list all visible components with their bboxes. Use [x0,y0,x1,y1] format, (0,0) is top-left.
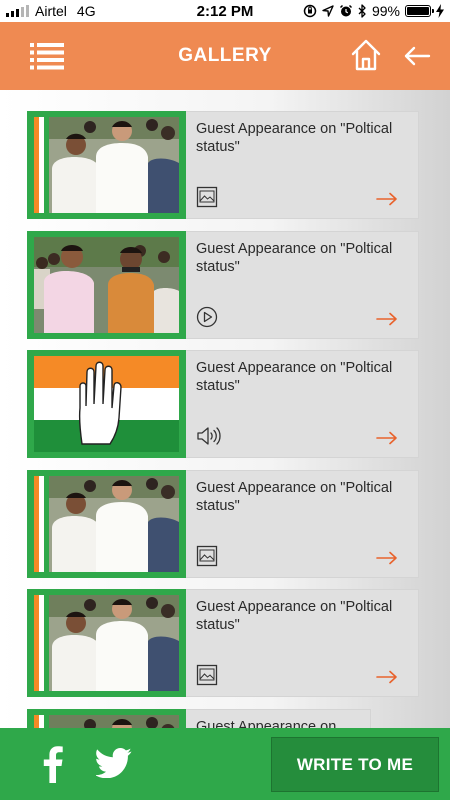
thumbnail-frame [34,236,179,333]
gallery-card-body: Guest Appearance on "Poltical status" [186,232,418,338]
arrow-right-icon[interactable] [376,192,398,206]
battery-icon [405,5,434,17]
gallery-card-body: Guest Appearance on "Poltical status" [186,112,418,218]
footer-bar: WRITE TO ME [0,728,450,800]
image-icon [196,664,218,686]
gallery-card-title: Guest Appearance on "Poltical status" [196,240,393,275]
arrow-right-icon[interactable] [376,312,398,326]
gallery-card[interactable]: Guest Appearance on "Poltical status" [27,230,419,339]
gallery-card-title: Guest Appearance on "Poltical status" [196,121,393,155]
bluetooth-icon [358,4,366,18]
gallery-card-title: Guest Appearance on "Poltical status" [196,479,393,514]
gallery-card-body: Guest Appearance on "Poltical status" [186,471,418,577]
play-icon [196,306,218,327]
gallery-card-body: Guest Appearance on "Poltical status" [186,351,418,457]
gallery-card-title: Guest Appearance on "Poltical status" [196,360,393,394]
signal-icon [6,5,29,17]
network-label: 4G [76,3,96,19]
gallery-thumbnail[interactable] [27,589,186,697]
event-photo [34,475,179,572]
location-icon [322,5,334,17]
image-icon [196,545,218,566]
thumbnail-frame [34,475,179,572]
gallery-card-body: Guest Appearance on "Poltical status" [186,590,418,696]
image-icon [196,186,218,208]
orientation-lock-icon [303,4,317,18]
facebook-icon[interactable] [40,745,64,783]
event-photo [34,595,179,691]
gallery-card[interactable]: Guest Appearance on "Poltical status" [27,350,419,458]
speaker-icon [197,427,221,445]
charging-icon [436,4,444,18]
event-photo [34,236,179,333]
twitter-icon[interactable] [96,748,132,778]
thumbnail-frame [34,595,179,691]
gallery-card[interactable]: Guest Appearance on "Poltical status" [27,111,419,219]
battery-percent: 99% [371,3,400,19]
arrow-right-icon[interactable] [376,431,398,445]
gallery-thumbnail[interactable] [27,469,186,578]
party-flag-image [34,356,179,452]
hamburger-menu-icon[interactable] [30,41,64,71]
gallery-thumbnail[interactable] [27,350,186,458]
gallery-card-title: Guest Appearance on "Poltical status" [196,599,393,633]
alarm-icon [339,4,352,17]
thumbnail-frame [34,356,179,452]
gallery-thumbnail[interactable] [27,111,186,219]
page-title: GALLERY [178,45,272,66]
gallery-list: Guest Appearance on "Poltical status" Gue… [27,111,419,750]
gallery-card[interactable]: Guest Appearance on "Poltical status" [27,469,419,578]
thumbnail-frame [34,117,179,213]
arrow-right-icon[interactable] [376,551,398,565]
carrier-label: Airtel [35,3,67,19]
gallery-card[interactable]: Guest Appearance on "Poltical status" [27,589,419,697]
gallery-thumbnail[interactable] [27,230,186,339]
back-arrow-icon[interactable] [403,42,431,70]
arrow-right-icon[interactable] [376,670,398,684]
status-bar: Airtel 4G 2:12 PM 99% [0,0,450,22]
write-to-me-button[interactable]: WRITE TO ME [271,737,439,792]
status-left: Airtel 4G [6,3,303,19]
app-header: GALLERY [0,22,450,90]
status-right: 99% [303,3,444,19]
home-icon[interactable] [350,38,382,72]
event-photo [34,117,179,213]
